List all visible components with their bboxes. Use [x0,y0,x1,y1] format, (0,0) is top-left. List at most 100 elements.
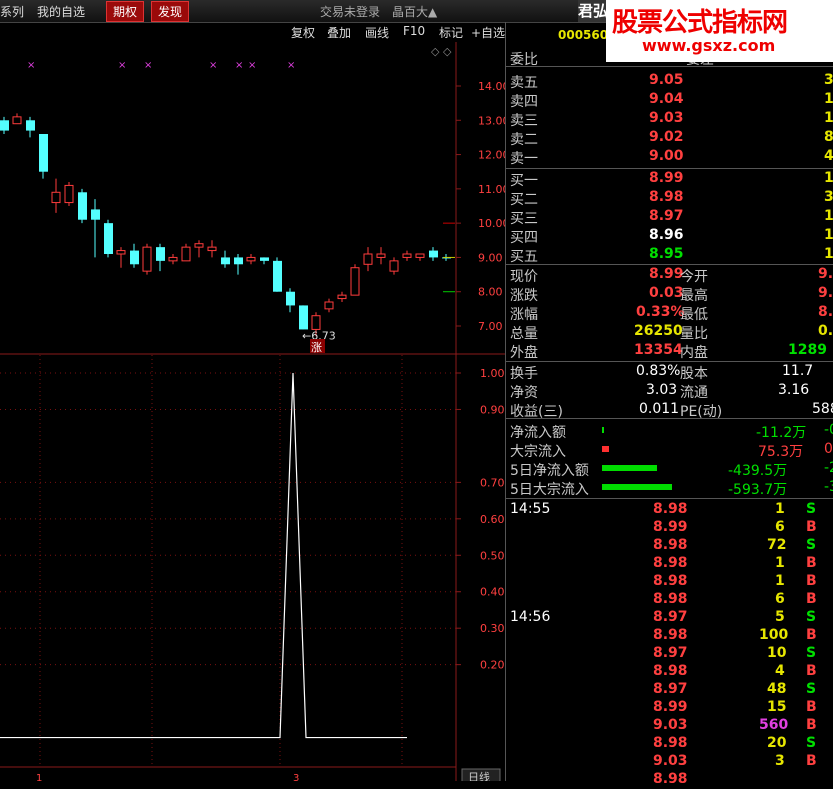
price-tick-label: 9.00 [478,251,503,264]
tab-options[interactable]: 期权 [106,1,145,22]
tick-volume: 100 [759,627,789,643]
stock-code: 000560 [558,28,609,42]
stat-row: 外盘 13354 内盘 1289 [506,342,833,361]
tick-side: S [806,501,817,517]
draw-line-button[interactable]: 画线 [365,24,389,41]
tick-side: S [806,735,817,751]
tick-side: B [806,699,817,715]
tick-price: 8.98 [653,537,688,553]
label: 卖三 [510,113,538,129]
diamond-icon: ◇ ◇ [431,45,452,58]
tick-price: 8.99 [653,699,688,715]
indicator-tick-label: 0.70 [480,476,505,489]
tick-price: 8.98 [653,663,688,679]
tick-price: 8.98 [653,573,688,589]
tick-price: 8.98 [653,501,688,517]
candle-body [168,256,178,262]
overlay-button[interactable]: 叠加 [327,24,351,41]
candle-body [78,192,87,220]
label: 5日净流入额 [510,463,589,479]
info-value: 0.83% [636,363,681,379]
label: 流通 [680,385,708,401]
candle-body [324,301,334,310]
add-watchlist-button[interactable]: +自选 [471,24,505,41]
signal-mark: × [287,60,295,71]
tick-price: 8.97 [653,645,688,661]
candle-body [286,291,295,306]
tick-volume: 48 [767,681,787,697]
divider [506,66,833,67]
flow-bar [602,484,672,490]
f10-button[interactable]: F10 [403,24,425,38]
candle-body [246,256,256,262]
flow-row: 大宗流入 75.3万 0 [506,441,833,460]
info-value: 3.03 [646,382,678,398]
tick-row: 8.98 100 B [506,627,833,645]
candle-body [91,209,100,220]
ask-volume: 39 [824,72,833,88]
stat-value: 8.99 [649,266,684,282]
label: 最高 [680,288,708,304]
tick-price: 8.98 [653,591,688,607]
indicator-tick-label: 0.60 [480,513,505,526]
flow-extra: -0 [824,422,833,438]
candle-body [402,253,412,258]
tick-row: 14:56 8.97 5 S [506,609,833,627]
candle-body [234,257,243,265]
tick-volume: 560 [759,717,789,733]
candle-body [26,120,35,131]
tick-time: 14:56 [510,609,551,625]
bid-row: 买四 8.96 1 [506,227,833,246]
divider [506,361,833,362]
quote-panel: 000560 委比0.18%委差卖五9.0539卖四9.0410卖三9.0319… [505,22,833,787]
info-value: 0.011 [639,401,680,417]
menu-watchlist[interactable]: 我的自选 [37,3,85,20]
candle-body [104,223,113,254]
label: 买一 [510,173,538,189]
tick-price: 8.97 [653,609,688,625]
stat-value: 9.0 [818,285,833,301]
tick-volume: 6 [775,519,785,535]
tick-volume: 6 [775,591,785,607]
stat-value: 0.33% [636,304,685,320]
ask-row: 卖三 9.03 19 [506,110,833,129]
ad-title: 股票公式指标网 [612,8,788,38]
indicator-tick-label: 0.50 [480,549,505,562]
flow-bar [602,465,657,471]
label: 卖一 [510,151,538,167]
tick-volume: 5 [775,609,785,625]
ask-row: 卖二 9.02 8 [506,129,833,148]
stock-name[interactable]: 晶百大▲ [392,3,437,20]
chart-area[interactable]: ◇ ◇14.0013.0012.0011.0010.009.008.007.00… [0,42,505,781]
ad-url: www.gsxz.com [642,36,776,55]
flow-extra: -2 [824,460,833,476]
bid-row: 买二 8.98 37 [506,189,833,208]
mark-button[interactable]: 标记 [439,24,463,41]
tab-discover[interactable]: 发现 [151,1,190,22]
tick-row: 8.98 20 S [506,735,833,753]
login-status[interactable]: 交易未登录 [320,3,380,20]
candle-body [194,243,204,248]
info-value: 11.7 [782,363,814,379]
tick-price: 9.03 [653,717,688,733]
tick-row: 8.99 6 B [506,519,833,537]
menu-series[interactable]: 系列 [0,3,24,20]
candle-body [273,260,282,292]
ask-volume: 8 [824,129,833,145]
stat-value: 0.03 [649,285,684,301]
candle-body [311,315,321,330]
candle-body [130,250,139,265]
tick-side: B [806,591,817,607]
signal-mark: × [144,60,152,71]
price-tick-label: 8.00 [478,286,503,299]
flow-extra: -3 [824,479,833,495]
info-row: 收益(三)0.011PE(动)588 [506,401,833,420]
flow-value: -439.5万 [728,463,788,479]
label: 总量 [510,326,538,342]
indicator-tick-label: 0.40 [480,586,505,599]
tick-volume: 4 [775,663,785,679]
adjust-button[interactable]: 复权 [291,24,315,41]
label: 买五 [510,249,538,265]
flow-bar [602,446,609,452]
bid-price: 8.98 [649,189,684,205]
